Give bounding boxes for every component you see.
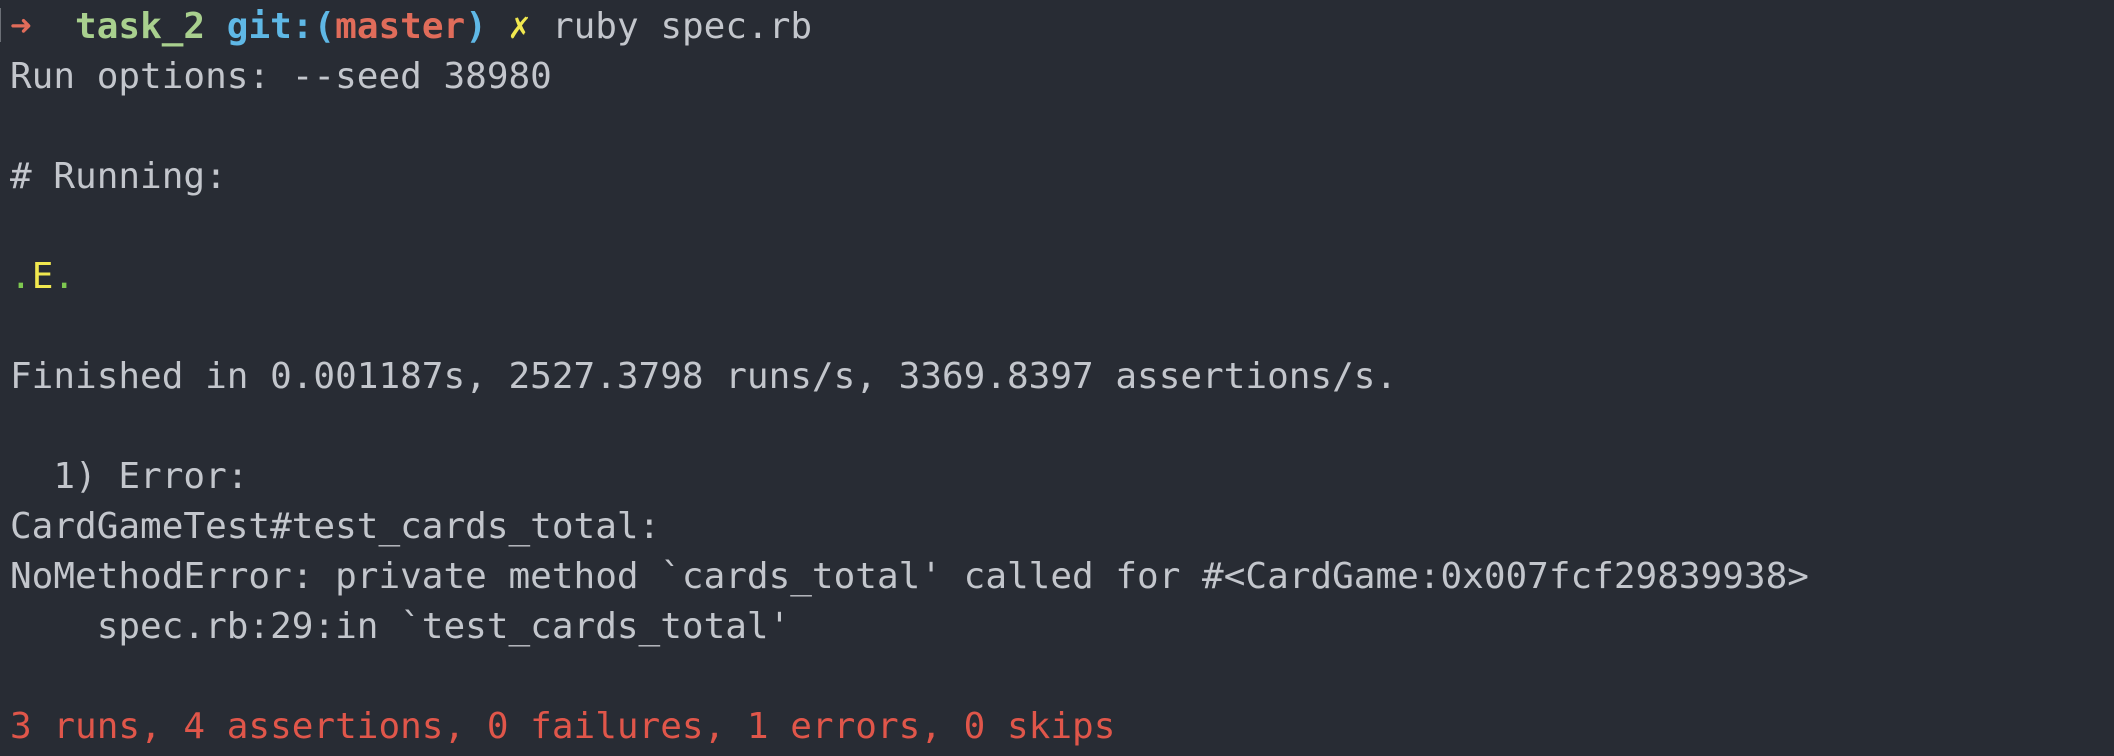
scrollback-marker: [0, 8, 5, 42]
progress-pass-marker: .: [53, 256, 76, 297]
prompt-git-suffix: ): [465, 6, 487, 47]
prompt-command: ruby spec.rb: [551, 6, 813, 47]
terminal-output[interactable]: ➜ task_2 git:(master) ✗ ruby spec.rb Run…: [10, 0, 2114, 756]
error-message-line: NoMethodError: private method `cards_tot…: [10, 556, 1809, 597]
progress-line: .E.: [10, 250, 2114, 300]
prompt-arrow-icon: ➜: [10, 6, 32, 47]
prompt-git-prefix: git:(: [226, 6, 336, 47]
finished-line: Finished in 0.001187s, 2527.3798 runs/s,…: [10, 356, 1398, 397]
prompt-directory: task_2: [75, 6, 206, 47]
summary-line: 3 runs, 4 assertions, 0 failures, 1 erro…: [10, 706, 1116, 747]
prompt-git-branch: master: [335, 6, 466, 47]
prompt-dirty-icon: ✗: [508, 6, 531, 47]
prompt-line: ➜ task_2 git:(master) ✗ ruby spec.rb: [10, 0, 2114, 50]
running-header-line: # Running:: [10, 156, 227, 197]
progress-pass-marker: .: [10, 256, 32, 297]
error-trace-line: spec.rb:29:in `test_cards_total': [10, 606, 791, 647]
run-options-line: Run options: --seed 38980: [10, 56, 552, 97]
error-test-line: CardGameTest#test_cards_total:: [10, 506, 661, 547]
progress-error-marker: E: [31, 256, 54, 297]
error-heading-line: 1) Error:: [10, 456, 249, 497]
